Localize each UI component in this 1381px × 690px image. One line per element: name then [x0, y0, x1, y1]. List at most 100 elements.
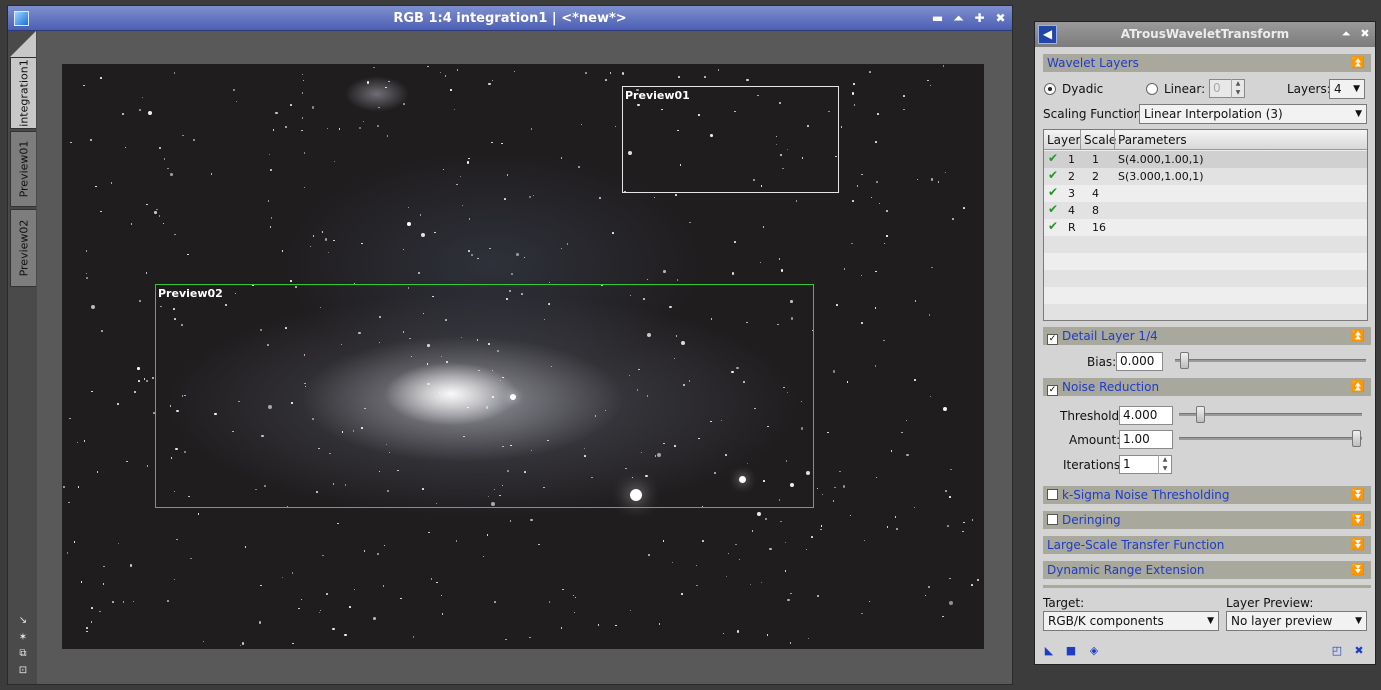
- star: [162, 222, 165, 225]
- star: [612, 232, 614, 234]
- expand-icon[interactable]: ⏬: [1351, 486, 1365, 504]
- bias-slider[interactable]: [1175, 359, 1366, 362]
- noise-reduction-section[interactable]: ✓ Noise Reduction ⏫: [1043, 378, 1371, 396]
- table-row[interactable]: ✔ 3 4: [1044, 185, 1367, 202]
- bias-value: 0.000: [1120, 354, 1155, 368]
- image-canvas-area[interactable]: Preview01 Preview02: [37, 31, 1012, 684]
- browse-documentation-icon[interactable]: ◰: [1331, 645, 1343, 657]
- star: [523, 256, 526, 259]
- large-scale-transfer-section[interactable]: Large-Scale Transfer Function ⏬: [1043, 536, 1371, 554]
- collapse-icon[interactable]: ⏫: [1351, 378, 1365, 396]
- fit-view-icon[interactable]: ✶: [17, 632, 29, 644]
- star: [678, 76, 680, 78]
- galaxy-image[interactable]: Preview01 Preview02: [62, 64, 984, 649]
- layers-select[interactable]: 4 ▼: [1329, 79, 1365, 99]
- table-row[interactable]: ✔ 4 8: [1044, 202, 1367, 219]
- expand-icon[interactable]: ⏬: [1351, 561, 1365, 579]
- threshold-slider[interactable]: [1179, 413, 1362, 416]
- noise-reduction-checkbox[interactable]: ✓: [1047, 385, 1058, 396]
- star: [928, 314, 931, 316]
- expand-icon[interactable]: ⏬: [1351, 536, 1365, 554]
- bias-slider-thumb[interactable]: [1180, 352, 1189, 369]
- dyadic-radio[interactable]: [1044, 83, 1056, 95]
- star: [648, 554, 650, 556]
- check-icon[interactable]: ✔: [1048, 202, 1058, 216]
- deringing-section[interactable]: Deringing ⏬: [1043, 511, 1371, 529]
- shade-icon[interactable]: ⏶: [1340, 28, 1352, 40]
- k-sigma-section[interactable]: k-Sigma Noise Thresholding ⏬: [1043, 486, 1371, 504]
- check-icon[interactable]: ✔: [1048, 151, 1058, 165]
- table-row[interactable]: ✔ 1 1 S(4.000,1.00,1): [1044, 151, 1367, 168]
- col-layer[interactable]: Layer: [1047, 133, 1080, 147]
- threshold-slider-thumb[interactable]: [1196, 406, 1205, 423]
- detail-layer-checkbox[interactable]: ✓: [1047, 334, 1058, 345]
- preview02-rect[interactable]: Preview02: [155, 284, 814, 508]
- check-icon[interactable]: ✔: [1048, 168, 1058, 182]
- target-select[interactable]: RGB/K components ▼: [1043, 611, 1219, 631]
- star: [244, 546, 247, 548]
- close-icon[interactable]: ✖: [1359, 28, 1371, 40]
- maximize-icon[interactable]: ✚: [973, 12, 986, 25]
- reset-icon[interactable]: ✖: [1353, 645, 1365, 657]
- star: [734, 241, 736, 243]
- table-row[interactable]: ✔ R 16: [1044, 219, 1367, 236]
- k-sigma-checkbox[interactable]: [1047, 489, 1058, 500]
- star: [949, 577, 951, 580]
- deringing-checkbox[interactable]: [1047, 514, 1058, 525]
- star: [301, 129, 303, 132]
- amount-slider[interactable]: [1179, 437, 1362, 440]
- process-titlebar[interactable]: ◀ ATrousWaveletTransform ⏶ ✖: [1035, 22, 1375, 47]
- apply-global-icon[interactable]: ■: [1065, 645, 1077, 657]
- check-icon[interactable]: ✔: [1048, 185, 1058, 199]
- star: [385, 86, 387, 89]
- layers-table[interactable]: Layer Scale Parameters ✔ 1 1 S(4.000,1.0…: [1043, 129, 1368, 321]
- col-parameters[interactable]: Parameters: [1118, 133, 1187, 147]
- star: [856, 185, 859, 187]
- threshold-input[interactable]: 4.000: [1119, 406, 1173, 425]
- tab-preview02[interactable]: Preview02: [10, 209, 36, 287]
- amount-input[interactable]: 1.00: [1119, 430, 1173, 449]
- star: [167, 167, 169, 170]
- real-time-preview-icon[interactable]: ◈: [1088, 645, 1100, 657]
- star: [927, 79, 929, 82]
- star: [949, 496, 951, 498]
- tab-integration1[interactable]: integration1: [10, 57, 36, 129]
- star: [615, 624, 617, 627]
- tab-preview01[interactable]: Preview01: [10, 131, 36, 207]
- linear-spin-icon[interactable]: ▲ ▼: [1231, 79, 1244, 98]
- close-icon[interactable]: ✖: [994, 12, 1007, 25]
- star: [839, 470, 841, 473]
- iterations-spin-icon[interactable]: ▲ ▼: [1158, 455, 1171, 474]
- new-instance-icon[interactable]: ◣: [1043, 645, 1055, 657]
- detail-layer-section[interactable]: ✓ Detail Layer 1/4 ⏫: [1043, 327, 1371, 345]
- preview01-rect[interactable]: Preview01: [622, 86, 839, 193]
- check-icon[interactable]: ✔: [1048, 219, 1058, 233]
- linear-radio[interactable]: [1146, 83, 1158, 95]
- shade-icon[interactable]: ⏶: [952, 12, 965, 25]
- chevron-down-icon: ▼: [1355, 109, 1362, 119]
- collapse-icon[interactable]: ⏫: [1351, 54, 1365, 72]
- amount-slider-thumb[interactable]: [1352, 430, 1361, 447]
- dynamic-range-section[interactable]: Dynamic Range Extension ⏬: [1043, 561, 1371, 579]
- star: [860, 274, 863, 277]
- minimize-icon[interactable]: ▬: [931, 12, 944, 25]
- wavelet-layers-section[interactable]: Wavelet Layers ⏫: [1043, 54, 1371, 72]
- collapse-icon[interactable]: ⏫: [1351, 327, 1365, 345]
- table-row[interactable]: ✔ 2 2 S(3.000,1.00,1): [1044, 168, 1367, 185]
- zoom-icon[interactable]: ⧉: [17, 648, 29, 660]
- star: [762, 226, 764, 228]
- star: [312, 235, 315, 237]
- process-window: ◀ ATrousWaveletTransform ⏶ ✖ Wavelet Lay…: [1034, 21, 1376, 665]
- bias-input[interactable]: 0.000: [1116, 352, 1163, 371]
- info-icon[interactable]: ⊡: [17, 665, 29, 677]
- arrow-tool-icon[interactable]: ↘: [17, 615, 29, 627]
- star: [916, 178, 919, 181]
- star: [942, 615, 944, 618]
- scaling-function-select[interactable]: Linear Interpolation (3) ▼: [1139, 104, 1367, 124]
- col-scale[interactable]: Scale: [1084, 133, 1116, 147]
- layer-preview-select[interactable]: No layer preview ▼: [1226, 611, 1367, 631]
- star: [695, 564, 698, 567]
- detail-layer-header: Detail Layer 1/4: [1062, 329, 1158, 343]
- expand-icon[interactable]: ⏬: [1351, 511, 1365, 529]
- image-window-titlebar[interactable]: RGB 1:4 integration1 | <*new*> ▬ ⏶ ✚ ✖: [8, 6, 1012, 31]
